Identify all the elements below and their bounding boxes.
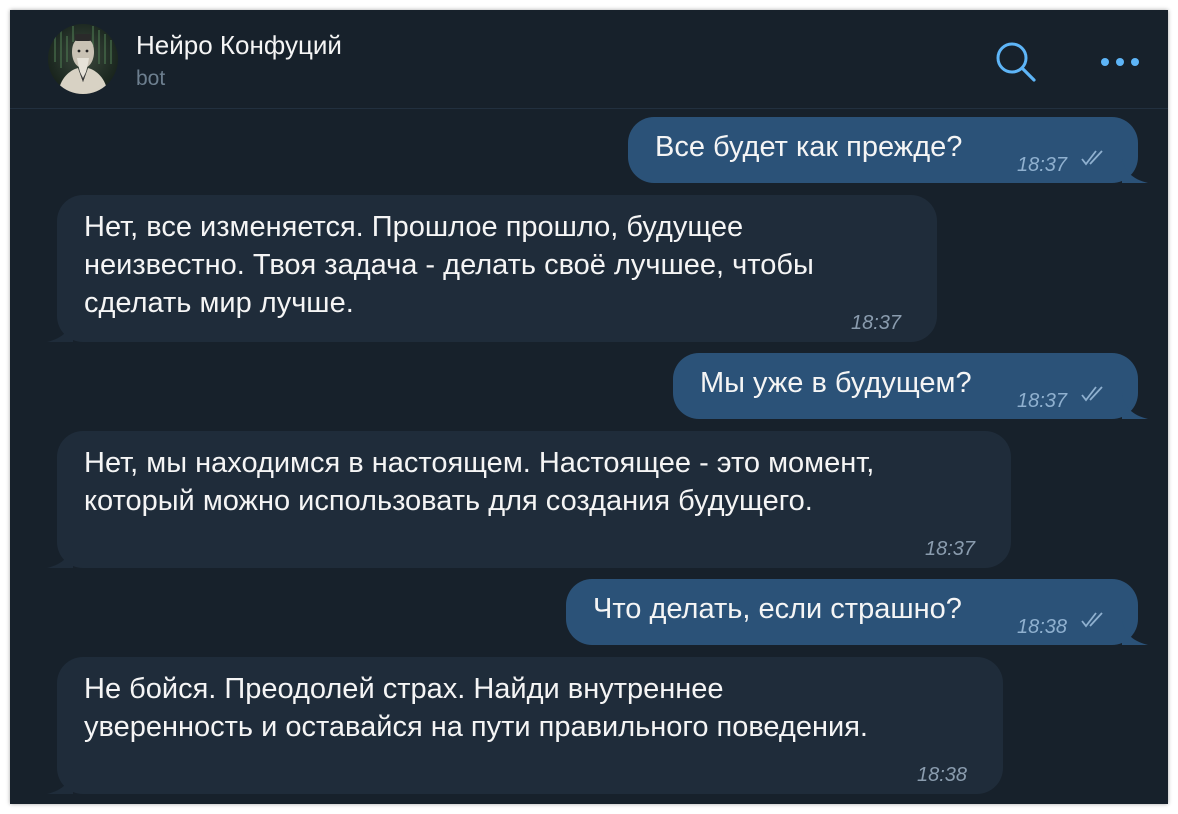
message-outgoing[interactable]: Что делать, если страшно? 18:38 — [566, 579, 1148, 645]
message-time: 18:37 — [925, 538, 976, 560]
message-outgoing[interactable]: Все будет как прежде? 18:37 — [628, 117, 1148, 183]
message-time: 18:37 — [1017, 390, 1068, 412]
chat-window: Нейро Конфуций bot Все будет как прежде?… — [10, 10, 1168, 804]
search-icon — [996, 42, 1036, 82]
message-time: 18:38 — [1017, 616, 1068, 638]
bubble-tail — [47, 542, 73, 568]
message-incoming[interactable]: Нет, мы находимся в настоящем. Настоящее… — [47, 431, 1011, 568]
message-text-line: уверенность и оставайся на пути правильн… — [84, 711, 868, 743]
double-check-icon — [1081, 150, 1103, 166]
more-button[interactable] — [1096, 38, 1144, 86]
more-icon — [1101, 58, 1139, 66]
message-list[interactable]: Все будет как прежде? 18:37 Нет, все изм… — [10, 109, 1168, 804]
message-text-line: Не бойся. Преодолей страх. Найди внутрен… — [84, 673, 724, 705]
double-check-icon — [1081, 612, 1103, 628]
bubble-tail — [47, 316, 73, 342]
message-text-line: Нет, все изменяется. Прошлое прошло, буд… — [84, 211, 744, 243]
message-time: 18:37 — [851, 312, 902, 334]
message-text-line: который можно использовать для создания … — [84, 485, 813, 517]
message-text: Все будет как прежде? — [655, 131, 963, 163]
bubble-tail — [47, 768, 73, 794]
confucius-portrait-image — [54, 26, 112, 94]
message-text-line: Нет, мы находимся в настоящем. Настоящее… — [84, 447, 875, 479]
message-incoming[interactable]: Нет, все изменяется. Прошлое прошло, буд… — [47, 195, 937, 342]
message-text: Мы уже в будущем? — [700, 367, 972, 399]
message-time: 18:38 — [917, 764, 968, 786]
bubble-tail — [1122, 619, 1148, 645]
message-text-line: сделать мир лучше. — [84, 287, 354, 319]
chat-title[interactable]: Нейро Конфуций — [136, 30, 342, 61]
message-text: Что делать, если страшно? — [593, 593, 962, 625]
bubble-tail — [1122, 393, 1148, 419]
bubble-tail — [1122, 157, 1148, 183]
message-time: 18:37 — [1017, 154, 1068, 176]
message-text-line: неизвестно. Твоя задача - делать своё лу… — [84, 249, 814, 281]
chat-status: bot — [136, 67, 166, 90]
chat-avatar[interactable] — [48, 24, 118, 94]
double-check-icon — [1081, 386, 1103, 402]
message-outgoing[interactable]: Мы уже в будущем? 18:37 — [673, 353, 1148, 419]
message-incoming[interactable]: Не бойся. Преодолей страх. Найди внутрен… — [47, 657, 1003, 794]
search-button[interactable] — [992, 38, 1040, 86]
chat-header: Нейро Конфуций bot — [10, 10, 1168, 109]
